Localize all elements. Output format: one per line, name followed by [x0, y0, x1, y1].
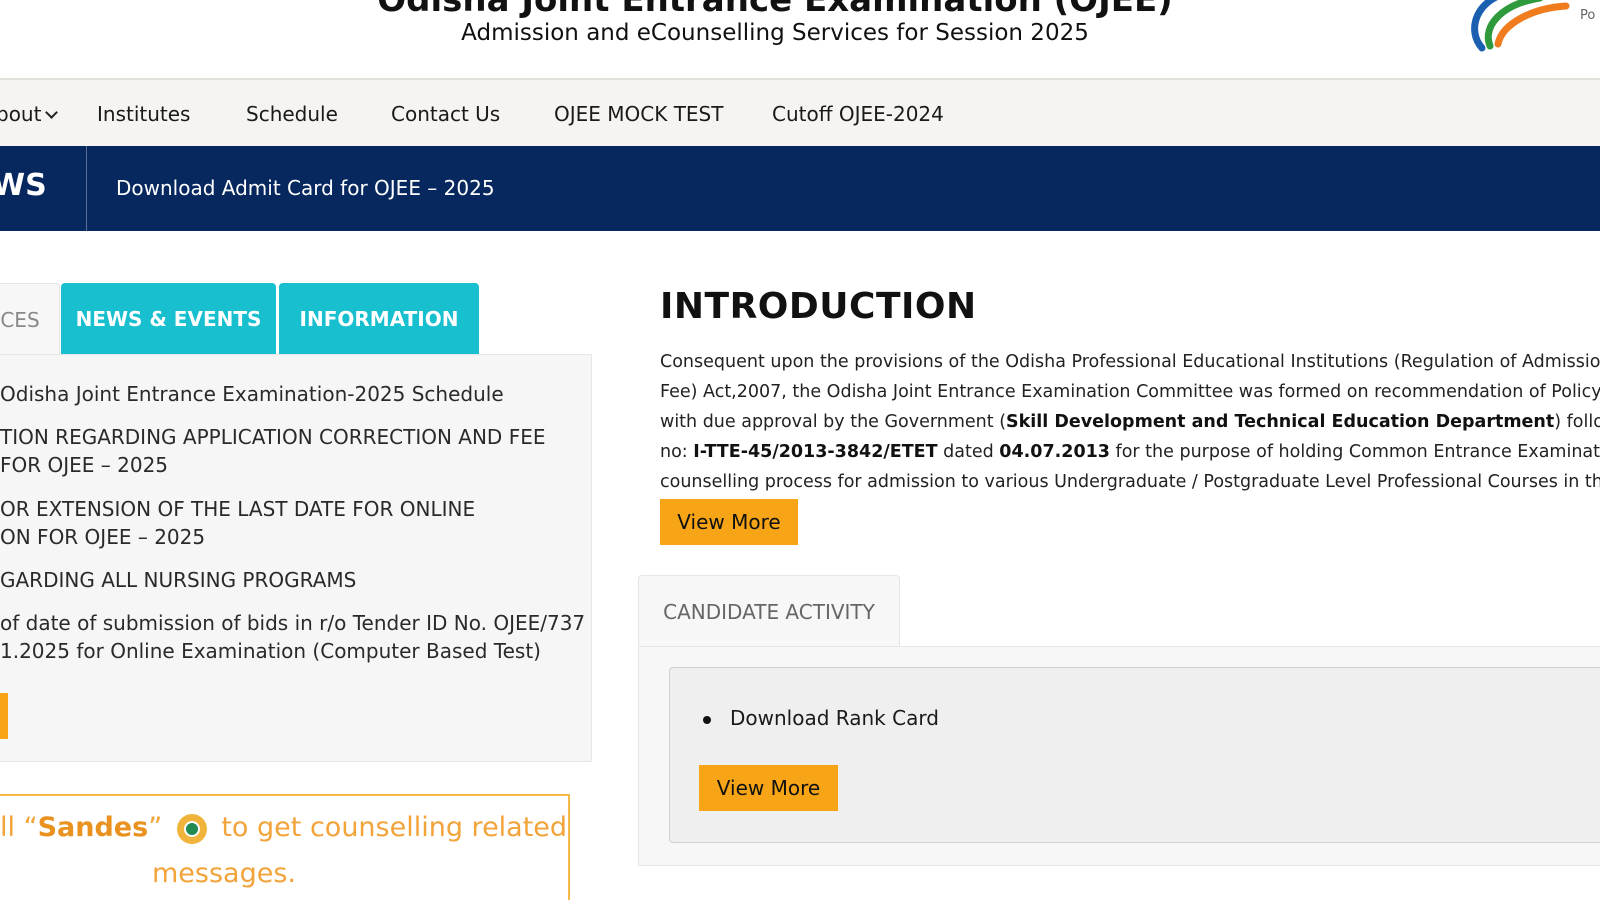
intro-text: no: — [660, 442, 694, 462]
notice-link[interactable]: of date of submission of bids in r/o Ten… — [0, 609, 585, 665]
intro-text: counselling process for admission to var… — [660, 472, 1600, 492]
site-header: Odisha Joint Entrance Examination (OJEE)… — [0, 0, 1600, 80]
nav-item-mock-test[interactable]: OJEE MOCK TEST — [554, 102, 723, 126]
intro-text-bold: I-TTE-45/2013-3842/ETET — [693, 442, 938, 462]
intro-text: for the purpose of holding Common Entran… — [1115, 442, 1600, 462]
notice-line: FOR OJEE – 2025 — [0, 453, 169, 477]
notice-line: TION REGARDING APPLICATION CORRECTION AN… — [0, 425, 546, 449]
nav-item-schedule[interactable]: Schedule — [246, 102, 338, 126]
site-title: Odisha Joint Entrance Examination (OJEE) — [377, 0, 1173, 20]
introduction-heading: INTRODUCTION — [660, 286, 977, 327]
intro-paragraph-line: Consequent upon the provisions of the Od… — [660, 352, 1600, 372]
sandes-brand: Sandes — [37, 812, 149, 843]
intro-text: with due approval by the Government ( — [660, 412, 1007, 432]
notice-line: 1.2025 for Online Examination (Computer … — [0, 639, 541, 663]
nav-item-institutes[interactable]: Institutes — [97, 102, 190, 126]
download-rank-card-link[interactable]: Download Rank Card — [730, 706, 939, 730]
notice-link[interactable]: OR EXTENSION OF THE LAST DATE FOR ONLINE… — [0, 495, 475, 551]
nav-item-contact-us[interactable]: Contact Us — [391, 102, 500, 126]
chevron-down-icon — [45, 106, 59, 119]
candidate-activity-view-more-button[interactable]: View More — [699, 765, 838, 811]
sandes-message: ll “Sandes” to get counselling related — [0, 812, 567, 844]
intro-paragraph-line: no: I-TTE-45/2013-3842/ETET dated 04.07.… — [660, 442, 1600, 462]
notice-link[interactable]: GARDING ALL NURSING PROGRAMS — [0, 566, 356, 594]
notice-link[interactable]: Odisha Joint Entrance Examination-2025 S… — [0, 380, 504, 408]
tab-notices[interactable]: CES — [0, 283, 60, 355]
intro-text: Fee) Act,2007, the Odisha Joint Entrance… — [660, 382, 1600, 402]
notices-view-more-button[interactable] — [0, 693, 8, 739]
notice-line: ON FOR OJEE – 2025 — [0, 525, 206, 549]
notices-panel — [0, 354, 592, 762]
powered-by-text: Po — [1580, 8, 1596, 23]
intro-view-more-button[interactable]: View More — [660, 499, 798, 545]
intro-paragraph-line: with due approval by the Government (Ski… — [660, 412, 1600, 432]
intro-text: ) following the — [1554, 412, 1600, 432]
notice-line: GARDING ALL NURSING PROGRAMS — [0, 568, 357, 592]
nav-item-label: bout — [0, 102, 42, 126]
notice-line: OR EXTENSION OF THE LAST DATE FOR ONLINE — [0, 497, 476, 521]
sandes-text: to get counselling related — [212, 812, 568, 843]
bullet-icon — [703, 716, 711, 724]
intro-text-bold: 04.07.2013 — [999, 442, 1110, 462]
sandes-prefix: ll “ — [0, 812, 38, 843]
news-headline-link[interactable]: Download Admit Card for OJEE – 2025 — [116, 176, 495, 200]
intro-text: dated — [937, 442, 1000, 462]
news-divider — [86, 146, 87, 231]
intro-paragraph-line: counselling process for admission to var… — [660, 472, 1600, 492]
sandes-message-line2: messages. — [152, 858, 296, 889]
tab-news-events[interactable]: NEWS & EVENTS — [61, 283, 276, 355]
main-nav: bout Institutes Schedule Contact Us OJEE… — [0, 80, 1600, 146]
notice-line: of date of submission of bids in r/o Ten… — [0, 611, 586, 635]
nav-item-cutoff[interactable]: Cutoff OJEE-2024 — [772, 102, 944, 126]
notice-line: Odisha Joint Entrance Examination-2025 S… — [0, 382, 504, 406]
news-bar: WS Download Admit Card for OJEE – 2025 — [0, 146, 1600, 231]
sandes-suffix: ” — [148, 812, 171, 843]
candidate-activity-list — [669, 667, 1600, 843]
news-label: WS — [0, 168, 47, 203]
nav-item-about[interactable]: bout — [0, 102, 59, 126]
notice-link[interactable]: TION REGARDING APPLICATION CORRECTION AN… — [0, 423, 545, 479]
tab-candidate-activity[interactable]: CANDIDATE ACTIVITY — [638, 575, 900, 647]
intro-text: Consequent upon the provisions of the Od… — [660, 352, 1600, 372]
digital-india-logo-icon — [1471, 0, 1570, 52]
site-subtitle: Admission and eCounselling Services for … — [461, 20, 1089, 46]
intro-paragraph-line: Fee) Act,2007, the Odisha Joint Entrance… — [660, 382, 1600, 402]
intro-text-bold: Skill Development and Technical Educatio… — [1006, 412, 1555, 432]
sandes-app-icon[interactable] — [176, 813, 207, 844]
tab-information[interactable]: INFORMATION — [279, 283, 479, 355]
